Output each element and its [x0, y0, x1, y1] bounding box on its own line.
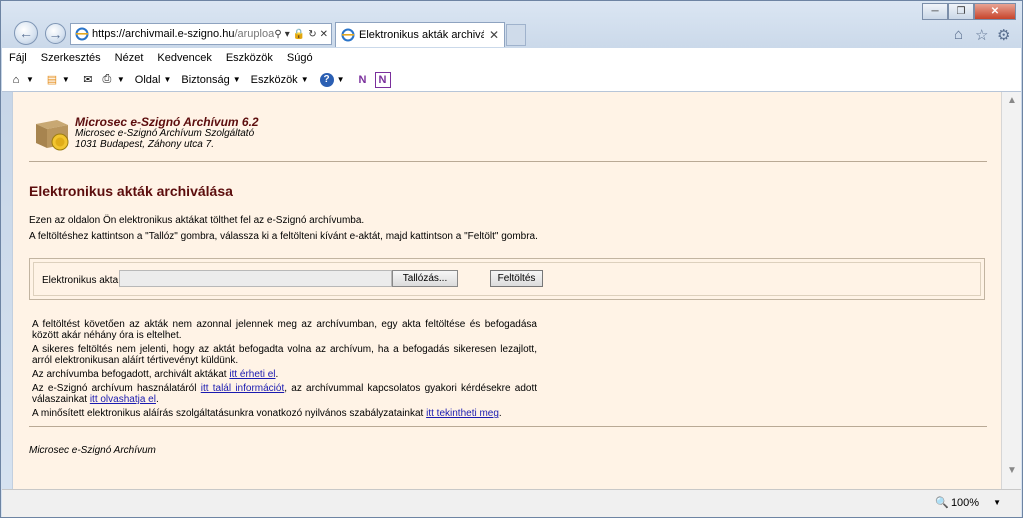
- address-bar[interactable]: https://archivmail.e-szigno.hu/arupload …: [70, 23, 332, 45]
- favorites-star-icon[interactable]: ☆: [975, 26, 988, 44]
- chevron-down-icon[interactable]: ▼: [337, 75, 345, 84]
- zoom-control[interactable]: 🔍 100% ▼: [935, 496, 1001, 510]
- upload-button[interactable]: Feltöltés: [490, 270, 543, 287]
- ie-page-icon: [75, 27, 89, 41]
- app-title: Microsec e-Szignó Archívum 6.2: [75, 115, 259, 129]
- notes: A feltöltést követően az akták nem azonn…: [32, 319, 537, 422]
- onenote-linked-icon[interactable]: N: [374, 71, 391, 88]
- tools-menu[interactable]: Eszközök: [251, 74, 298, 86]
- chevron-down-icon[interactable]: ▼: [62, 75, 70, 84]
- tab-title: Elektronikus akták archiválá...: [359, 29, 484, 41]
- provider-address: 1031 Budapest, Záhony utca 7.: [75, 139, 214, 150]
- scroll-up-icon[interactable]: ▲: [1007, 95, 1017, 106]
- divider: [29, 161, 987, 162]
- menu-tools[interactable]: Eszközök: [226, 52, 273, 64]
- safety-menu[interactable]: Biztonság: [181, 74, 229, 86]
- vertical-scrollbar[interactable]: ▲ ▼: [1001, 92, 1021, 489]
- forward-arrow-icon: →: [48, 25, 63, 42]
- footer-text: Microsec e-Szignó Archívum: [29, 445, 156, 456]
- back-arrow-icon: ←: [19, 25, 33, 41]
- restore-icon: ❐: [956, 6, 966, 17]
- menu-bar: Fájl Szerkesztés Nézet Kedvencek Eszközö…: [2, 48, 1021, 68]
- menu-view[interactable]: Nézet: [115, 52, 144, 64]
- page-title: Elektronikus akták archiválása: [29, 183, 233, 199]
- tab-active[interactable]: Elektronikus akták archiválá... ✕: [335, 22, 505, 47]
- archive-box-logo: [36, 120, 69, 151]
- maximize-button[interactable]: ❐: [948, 3, 974, 20]
- window-controls: ─ ❐ ✕: [922, 3, 1016, 20]
- home-icon[interactable]: ⌂: [9, 73, 23, 87]
- note-policies: A minősített elektronikus aláírás szolgá…: [32, 408, 502, 419]
- instructions-text: A feltöltéshez kattintson a "Tallóz" gom…: [29, 231, 538, 242]
- close-icon: ✕: [990, 6, 1000, 17]
- minimize-icon: ─: [931, 6, 939, 17]
- menu-favorites[interactable]: Kedvencek: [157, 52, 211, 64]
- printer-icon[interactable]: ⎙: [100, 73, 114, 87]
- minimize-button[interactable]: ─: [922, 3, 948, 20]
- usage-info-link[interactable]: itt talál információt: [201, 383, 285, 394]
- page-menu[interactable]: Oldal: [135, 74, 161, 86]
- chevron-down-icon[interactable]: ▼: [163, 75, 171, 84]
- faq-link[interactable]: itt olvashatja el: [90, 394, 156, 405]
- new-tab-button[interactable]: [506, 24, 526, 46]
- chevron-down-icon[interactable]: ▼: [993, 498, 1001, 507]
- menu-file[interactable]: Fájl: [9, 52, 27, 64]
- dropdown-arrow-icon[interactable]: ▾: [285, 29, 290, 40]
- chevron-down-icon[interactable]: ▼: [117, 75, 125, 84]
- chevron-down-icon[interactable]: ▼: [233, 75, 241, 84]
- menu-help[interactable]: Súgó: [287, 52, 313, 64]
- browser-window: ← → https://archivmail.e-szigno.hu/arupl…: [0, 0, 1023, 518]
- refresh-icon[interactable]: ↻: [308, 29, 316, 40]
- zoom-level: 100%: [950, 496, 980, 509]
- upload-form: Elektronikus akta: Tallózás... Feltöltés: [29, 258, 985, 300]
- title-bar: ← → https://archivmail.e-szigno.hu/arupl…: [1, 1, 1022, 47]
- mail-icon[interactable]: ✉: [81, 73, 95, 87]
- note-help: Az e-Szignó archívum használatáról itt t…: [32, 383, 538, 405]
- ie-page-icon: [341, 28, 355, 42]
- note-processing-delay: A feltöltést követően az akták nem azonn…: [32, 319, 537, 341]
- tab-close-icon[interactable]: ✕: [489, 28, 499, 42]
- note-archived-access: Az archívumba befogadott, archivált aktá…: [32, 369, 279, 380]
- forward-button[interactable]: →: [45, 23, 66, 44]
- chevron-down-icon[interactable]: ▼: [26, 75, 34, 84]
- intro-text: Ezen az oldalon Ön elektronikus aktákat …: [29, 215, 365, 226]
- status-bar: 🔍 100% ▼: [2, 489, 1021, 517]
- file-input[interactable]: [119, 270, 392, 287]
- url-text[interactable]: https://archivmail.e-szigno.hu/arupload: [92, 28, 274, 40]
- rss-feed-icon[interactable]: ▤: [45, 73, 59, 87]
- gear-icon[interactable]: ⚙: [997, 26, 1010, 44]
- close-button[interactable]: ✕: [974, 3, 1016, 20]
- page-content: Microsec e-Szignó Archívum 6.2 Microsec …: [12, 92, 1002, 489]
- chevron-down-icon[interactable]: ▼: [301, 75, 309, 84]
- scroll-down-icon[interactable]: ▼: [1007, 465, 1017, 476]
- zoom-magnifier-icon: 🔍: [935, 497, 949, 509]
- archived-files-link[interactable]: itt érheti el: [229, 369, 275, 380]
- divider: [29, 426, 987, 427]
- menu-edit[interactable]: Szerkesztés: [41, 52, 101, 64]
- onenote-icon[interactable]: N: [356, 73, 370, 87]
- back-button[interactable]: ←: [14, 21, 38, 45]
- stop-icon[interactable]: ✕: [320, 29, 328, 40]
- command-bar: ⌂ ▼ ▤ ▼ ✉ ⎙ ▼ Oldal ▼ Biztonság ▼ Eszközök ▼ ?…: [2, 68, 1021, 92]
- home-icon[interactable]: ⌂: [954, 26, 963, 43]
- file-field-label: Elektronikus akta:: [42, 275, 121, 286]
- browse-button[interactable]: Tallózás...: [392, 270, 458, 287]
- note-receipt: A sikeres feltöltés nem jelenti, hogy az…: [32, 344, 537, 366]
- search-icon[interactable]: ⚲: [274, 29, 281, 40]
- provider-name: Microsec e-Szignó Archívum Szolgáltató: [75, 128, 255, 139]
- help-icon[interactable]: ?: [319, 72, 334, 87]
- policies-link[interactable]: itt tekintheti meg: [426, 408, 499, 419]
- lock-icon[interactable]: 🔒: [293, 29, 305, 40]
